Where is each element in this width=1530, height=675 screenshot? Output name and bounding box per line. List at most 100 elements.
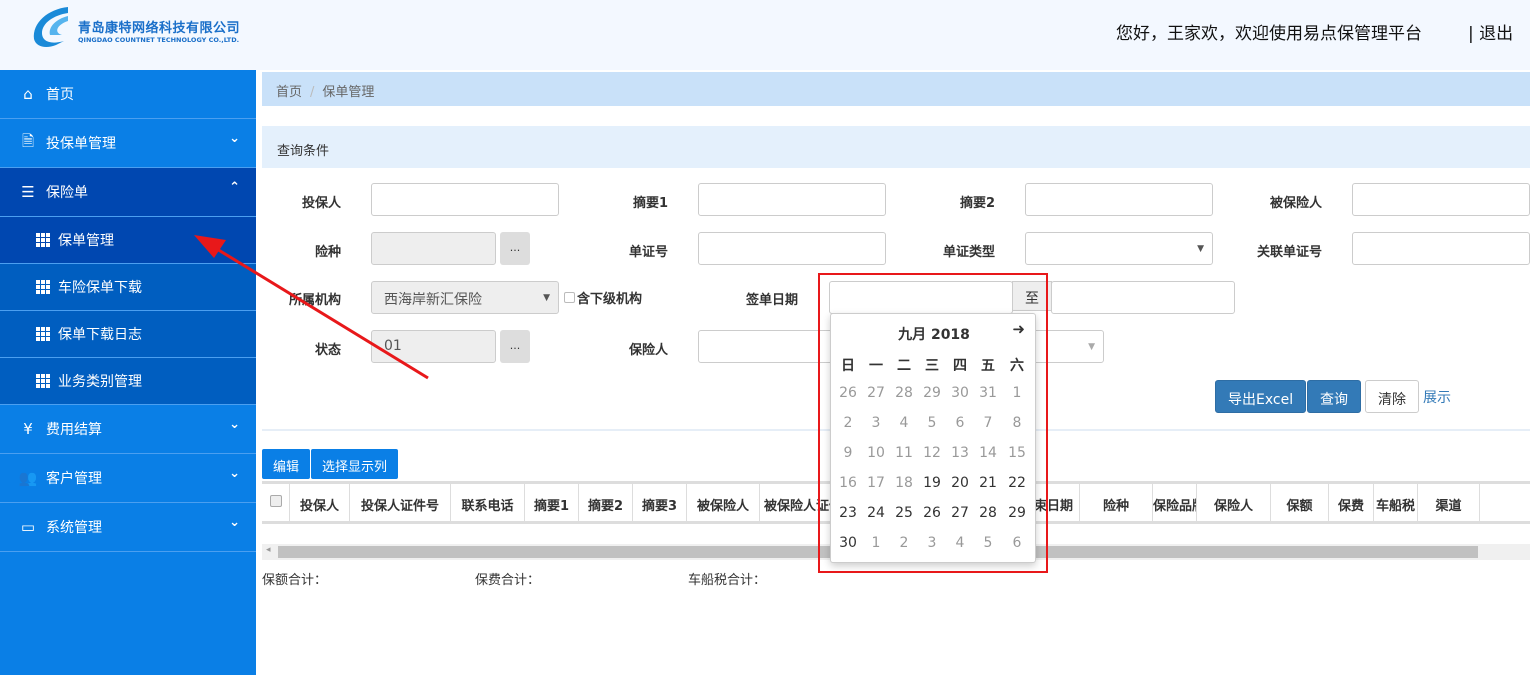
chevron-down-icon[interactable]: ⌄ xyxy=(229,131,240,146)
sidebar-subitem-2[interactable]: 保单下载日志 xyxy=(0,311,256,358)
column-header[interactable]: 渠道 xyxy=(1418,484,1480,521)
column-header[interactable]: 车船税 xyxy=(1374,484,1418,521)
column-header[interactable]: 投保人 xyxy=(290,484,350,521)
chevron-down-icon[interactable]: ⌄ xyxy=(229,466,240,481)
sidebar-subitem-3[interactable]: 业务类别管理 xyxy=(0,358,256,405)
grid-icon xyxy=(36,374,50,388)
sign-date-end-input[interactable] xyxy=(1051,281,1235,314)
column-header[interactable]: 摘要2 xyxy=(579,484,633,521)
grid-cell xyxy=(36,233,40,237)
grid-cell xyxy=(46,280,50,284)
sidebar-subitem-0[interactable]: 保单管理 xyxy=(0,217,256,264)
column-header[interactable]: 被保险人 xyxy=(687,484,760,521)
grid-cell xyxy=(41,243,45,247)
grid-cell xyxy=(46,285,50,289)
label-insured: 被保险人 xyxy=(1269,196,1322,211)
include-sub-org-checkbox-label[interactable]: 含下级机构 xyxy=(564,288,642,307)
grid-cell xyxy=(36,238,40,242)
grid-cell xyxy=(46,337,50,341)
label-summary1: 摘要1 xyxy=(632,196,668,211)
status-picker-button[interactable]: ... xyxy=(500,330,530,363)
sidebar-item-label: 费用结算 xyxy=(46,422,102,438)
document-icon: 🗎 xyxy=(21,131,35,150)
include-sub-org-label: 含下级机构 xyxy=(577,292,643,307)
label-insurance_type: 险种 xyxy=(314,245,341,260)
grid-cell xyxy=(41,290,45,294)
column-header[interactable]: 联系电话 xyxy=(451,484,525,521)
grid-cell xyxy=(46,379,50,383)
applicant-input[interactable] xyxy=(371,183,559,216)
logout-link[interactable]: | 退出 xyxy=(1468,19,1513,44)
sidebar-subitem-label: 保单下载日志 xyxy=(58,327,142,343)
export-excel-button[interactable]: 导出Excel xyxy=(1215,380,1307,413)
select-all-checkbox[interactable] xyxy=(269,495,282,507)
sidebar-subitem-label: 保单管理 xyxy=(58,233,114,249)
show-link[interactable]: 展示 xyxy=(1423,387,1451,407)
company-logo xyxy=(33,7,68,47)
column-header[interactable]: 保险品牌 xyxy=(1153,484,1197,521)
grid-cell xyxy=(46,233,50,237)
breadcrumb-home[interactable]: 首页 xyxy=(276,85,302,100)
column-header[interactable]: 保额 xyxy=(1271,484,1329,521)
sidebar-item-label: 投保单管理 xyxy=(46,136,116,152)
insurance-type-input[interactable] xyxy=(371,232,496,265)
sidebar-subitem-1[interactable]: 车险保单下载 xyxy=(0,264,256,311)
grid-cell xyxy=(36,337,40,341)
sidebar-item-1[interactable]: 🗎 投保单管理 ⌄ xyxy=(0,119,256,168)
status-input[interactable]: 01 xyxy=(371,330,496,363)
grid-cell xyxy=(46,290,50,294)
grid-icon xyxy=(36,280,50,294)
summary1-input[interactable] xyxy=(698,183,886,216)
list-icon: ☰ xyxy=(21,183,35,201)
column-header[interactable]: 险种 xyxy=(1080,484,1153,521)
org-select[interactable]: 西海岸新汇保险 ▼ xyxy=(371,281,559,314)
grid-cell xyxy=(41,337,45,341)
summary2-input[interactable] xyxy=(1025,183,1213,216)
select-columns-button[interactable]: 选择显示列 xyxy=(311,449,399,479)
total-tax: 车船税合计： xyxy=(688,573,767,588)
insurance-type-picker-button[interactable]: ... xyxy=(500,232,530,265)
users-icon: 👥 xyxy=(18,469,38,487)
sidebar-item-0[interactable]: ⌂ 首页 xyxy=(0,70,256,119)
label-cert_type: 单证类型 xyxy=(942,245,995,260)
grid-cell xyxy=(36,374,40,378)
sidebar-item-4[interactable]: 👥 客户管理 ⌄ xyxy=(0,454,256,503)
sidebar: ⌂ 首页 🗎 投保单管理 ⌄ ☰ 保险单 ⌃ 保单管理 车险保单下载 保单下载日志 业务类别管理 ¥ 费用… xyxy=(0,70,256,675)
clear-button[interactable]: 清除 xyxy=(1365,380,1419,413)
linked-cert-no-input[interactable] xyxy=(1352,232,1530,265)
cert-no-input[interactable] xyxy=(698,232,886,265)
cert-type-select[interactable]: ▼ xyxy=(1025,232,1213,265)
chevron-down-icon[interactable]: ⌄ xyxy=(229,417,240,432)
column-header[interactable]: 摘要3 xyxy=(633,484,687,521)
top-header: 青岛康特网络科技有限公司 QINGDAO COUNTNET TECHNOLOGY… xyxy=(0,0,1530,70)
dropdown-caret-icon: ▼ xyxy=(543,293,550,303)
column-header[interactable]: 保险人 xyxy=(1197,484,1271,521)
label-insurer: 保险人 xyxy=(628,343,668,358)
grid-cell xyxy=(46,238,50,242)
sidebar-item-5[interactable]: ▭ 系统管理 ⌄ xyxy=(0,503,256,552)
org-value: 西海岸新汇保险 xyxy=(384,292,482,308)
grid-cell xyxy=(46,332,50,336)
grid-cell xyxy=(41,374,45,378)
column-header[interactable]: 保费 xyxy=(1329,484,1374,521)
grid-icon xyxy=(36,233,50,247)
scroll-left-icon[interactable]: ◂ xyxy=(266,545,271,555)
edit-button[interactable]: 编辑 xyxy=(262,449,311,479)
grid-cell xyxy=(41,327,45,331)
chevron-down-icon[interactable]: ⌄ xyxy=(229,515,240,530)
sidebar-item-2[interactable]: ☰ 保险单 ⌃ xyxy=(0,168,256,217)
company-name-en: QINGDAO COUNTNET TECHNOLOGY CO.,LTD. xyxy=(78,36,240,44)
grid-cell xyxy=(46,374,50,378)
search-button[interactable]: 查询 xyxy=(1307,380,1361,413)
column-header[interactable]: 投保人证件号 xyxy=(350,484,451,521)
sidebar-subitem-label: 业务类别管理 xyxy=(58,374,142,390)
insured-input[interactable] xyxy=(1352,183,1530,216)
checkbox[interactable] xyxy=(564,292,575,303)
welcome-text: 您好，王家欢，欢迎使用易点保管理平台 xyxy=(1116,24,1422,44)
grid-cell xyxy=(36,290,40,294)
grid-cell xyxy=(41,280,45,284)
grid-cell xyxy=(36,384,40,388)
grid-cell xyxy=(46,384,50,388)
sidebar-item-3[interactable]: ¥ 费用结算 ⌄ xyxy=(0,405,256,454)
column-header[interactable]: 摘要1 xyxy=(525,484,579,521)
